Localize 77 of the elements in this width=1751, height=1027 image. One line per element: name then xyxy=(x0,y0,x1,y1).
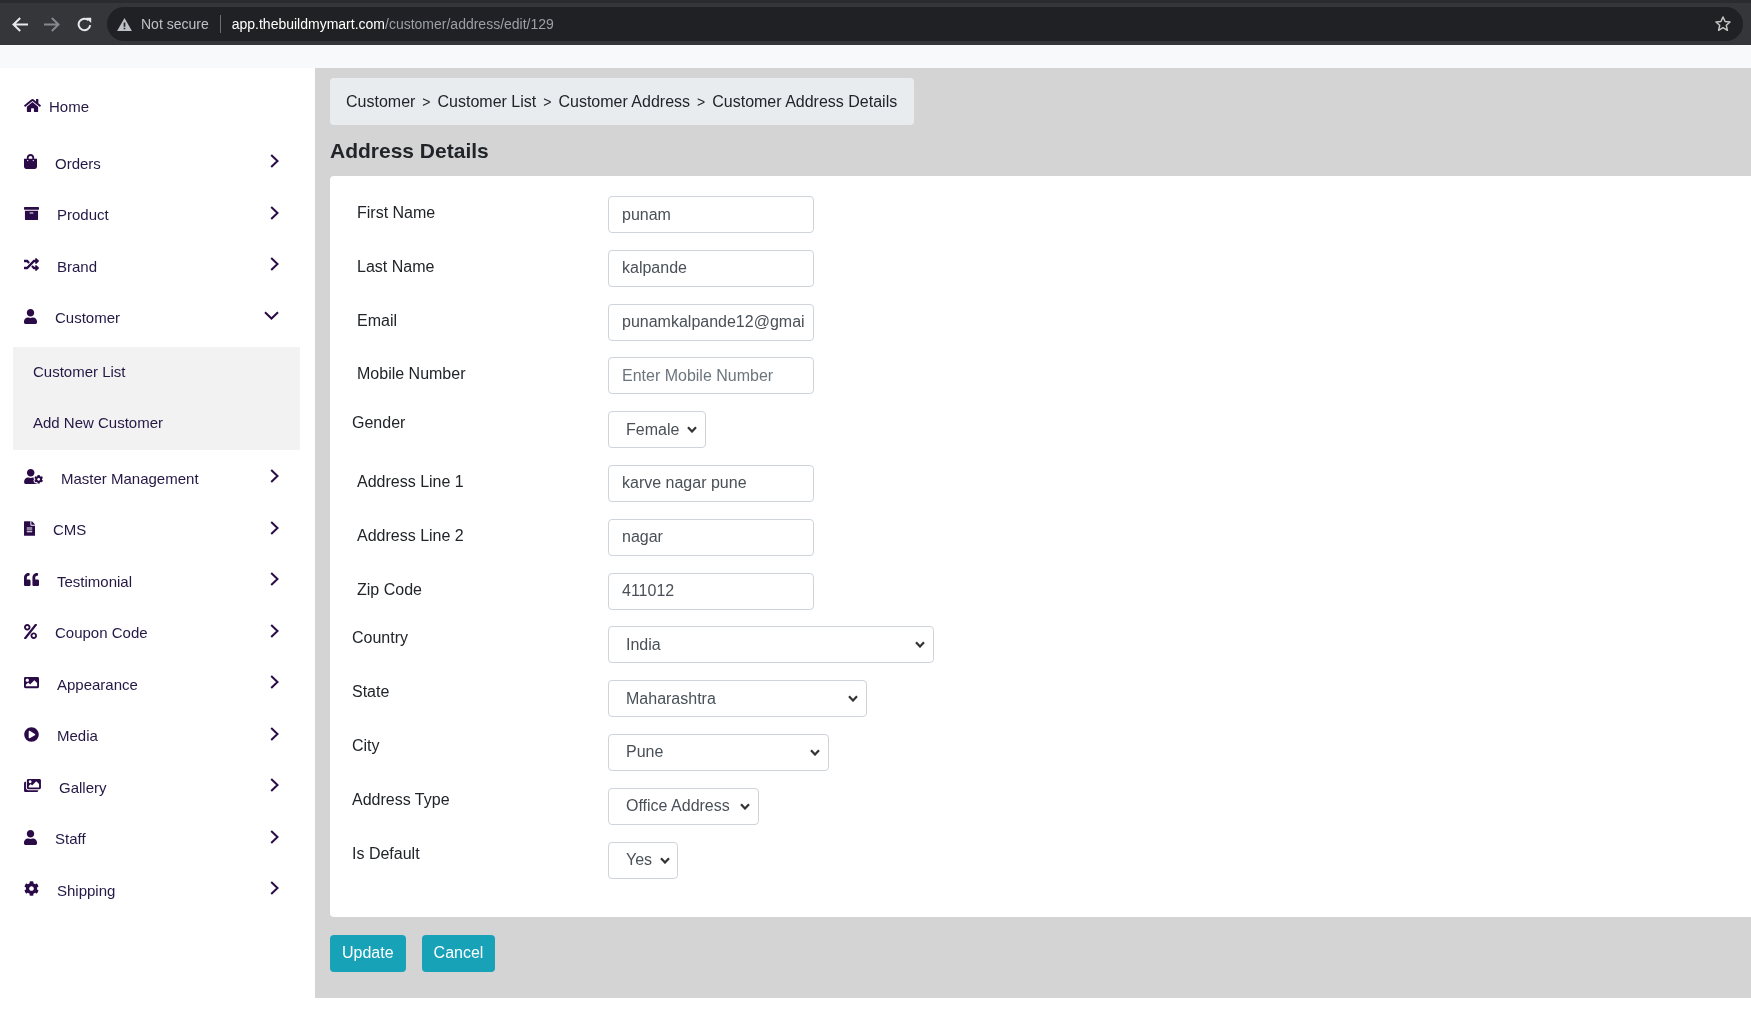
select-field[interactable]: Pune xyxy=(608,733,829,771)
breadcrumb-link[interactable]: Customer List xyxy=(437,92,537,111)
field-label: Address Line 1 xyxy=(356,472,464,492)
text-field[interactable]: Enter Mobile Number xyxy=(608,357,814,395)
text-field[interactable]: karve nagar pune xyxy=(608,465,814,502)
select-field[interactable]: Maharashtra xyxy=(608,680,867,718)
select-field[interactable]: Yes xyxy=(608,841,678,879)
address-bar[interactable]: Not secure app.thebuildmymart.com/customer/address/edit/129 xyxy=(107,7,1743,41)
text-field[interactable]: nagar xyxy=(608,518,814,556)
sidebar-item[interactable]: Staff xyxy=(0,813,315,865)
user-icon xyxy=(24,829,37,845)
security-label: Not secure xyxy=(141,16,209,32)
field-label: City xyxy=(351,735,380,756)
url-text: app.thebuildmymart.com/customer/address/edit/129 xyxy=(231,16,554,32)
sidebar-item[interactable]: Product xyxy=(0,189,315,241)
text-field[interactable]: punam xyxy=(608,196,814,233)
field-label: First Name xyxy=(356,203,436,223)
shopping-bag-icon xyxy=(24,154,37,170)
sidebar-item[interactable]: Customer xyxy=(0,292,315,344)
sidebar-item[interactable]: Brand xyxy=(0,240,315,292)
breadcrumb-link[interactable]: Customer Address xyxy=(558,92,691,111)
user-icon xyxy=(24,308,37,324)
forward-arrow-icon[interactable] xyxy=(44,16,60,32)
sidebar-item[interactable]: Master Management xyxy=(0,452,315,504)
sidebar-item[interactable]: Shipping xyxy=(0,864,315,916)
field-label: Is Default xyxy=(351,843,420,864)
caret-icon xyxy=(740,802,750,810)
home-icon xyxy=(24,97,41,113)
document-icon xyxy=(24,520,35,536)
back-arrow-icon[interactable] xyxy=(12,16,28,32)
caret-icon xyxy=(810,748,820,756)
field-label: Gender xyxy=(351,413,406,434)
sidebar-item[interactable]: Orders xyxy=(0,137,315,189)
field-label: Country xyxy=(351,628,409,649)
archive-box-icon xyxy=(24,205,39,221)
sidebar-item[interactable]: Coupon Code xyxy=(0,607,315,659)
user-gear-icon xyxy=(24,469,43,485)
breadcrumb-separator: > xyxy=(543,93,552,110)
reload-icon[interactable] xyxy=(76,16,92,32)
breadcrumb-separator: > xyxy=(422,93,431,110)
field-label: Zip Code xyxy=(356,579,422,600)
sidebar-item[interactable]: Gallery xyxy=(0,761,315,813)
gear-icon xyxy=(24,881,39,897)
select-field[interactable]: Office Address xyxy=(608,787,759,825)
page-title: Address Details xyxy=(330,138,490,164)
caret-icon xyxy=(660,856,671,864)
percent-icon xyxy=(24,623,37,639)
submenu-item[interactable]: Customer List xyxy=(13,346,300,397)
field-label: Address Line 2 xyxy=(356,525,464,546)
submenu-item[interactable]: Add New Customer xyxy=(13,397,300,448)
select-field[interactable]: India xyxy=(608,626,934,664)
field-label: Email xyxy=(356,310,397,331)
field-label: Mobile Number xyxy=(356,364,466,385)
select-field[interactable]: Female xyxy=(608,411,706,449)
quote-icon xyxy=(24,572,39,588)
shuffle-icon xyxy=(24,257,39,273)
sidebar-item[interactable]: Media xyxy=(0,710,315,762)
text-field[interactable]: kalpande xyxy=(608,249,814,287)
sidebar-item[interactable]: Testimonial xyxy=(0,555,315,607)
field-label: Address Type xyxy=(351,789,450,810)
star-icon[interactable] xyxy=(1715,16,1731,32)
field-label: Last Name xyxy=(356,256,435,277)
breadcrumb-link[interactable]: Customer xyxy=(346,92,416,111)
breadcrumb-separator: > xyxy=(697,93,706,110)
field-label: State xyxy=(351,682,390,703)
caret-icon xyxy=(687,426,698,434)
images-icon xyxy=(24,778,41,794)
breadcrumb-link[interactable]: Customer Address Details xyxy=(712,92,898,111)
sidebar-item[interactable]: Home xyxy=(0,81,315,133)
caret-icon xyxy=(848,695,858,703)
caret-icon xyxy=(915,641,925,649)
image-icon xyxy=(24,675,39,691)
sidebar-item[interactable]: Appearance xyxy=(0,658,315,710)
text-field[interactable]: punamkalpande12@gmai xyxy=(608,303,814,341)
sidebar-item[interactable]: CMS xyxy=(0,504,315,556)
warning-icon xyxy=(117,17,132,31)
text-field[interactable]: 411012 xyxy=(608,572,814,610)
